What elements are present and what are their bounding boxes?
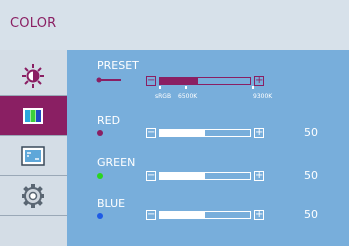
osd-header: COLOR [0,0,349,51]
osd-content-panel: PRESET − + sRGB 6500K 9300K RED − + 50 G… [67,50,349,246]
red-dot-icon [97,130,103,136]
preset-fill [160,78,198,84]
green-track [159,172,251,180]
preset-option-6500k: 6500K [178,93,198,100]
preset-label: PRESET [97,59,139,72]
green-slider[interactable]: − + [146,171,264,181]
osd-sidebar [0,50,67,246]
preset-decrease-button[interactable]: − [146,76,156,86]
preset-track [159,77,251,85]
red-increase-button[interactable]: + [254,128,264,138]
preset-option-srgb: sRGB [155,93,172,100]
green-label: GREEN [97,156,136,169]
blue-label: BLUE [97,197,126,210]
blue-track [159,211,251,219]
preset-tick-6500k [185,86,187,89]
blue-value: 50 [304,208,318,221]
blue-dot-icon [97,213,103,219]
tab-settings[interactable] [0,176,67,216]
preset-key-icon [96,77,121,83]
blue-decrease-button[interactable]: − [146,210,156,220]
preset-slider[interactable]: − + [146,76,264,86]
blue-fill [160,212,205,218]
menu-title: COLOR [10,16,57,31]
tab-image-position[interactable] [0,136,67,176]
red-value: 50 [304,126,318,139]
blue-slider[interactable]: − + [146,210,264,220]
green-value: 50 [304,169,318,182]
red-fill [160,130,205,136]
color-bars-icon [23,108,43,124]
tab-color[interactable] [0,96,67,136]
green-increase-button[interactable]: + [254,171,264,181]
red-slider[interactable]: − + [146,128,264,138]
red-label: RED [97,114,121,127]
tab-brightness[interactable] [0,56,67,96]
preset-increase-button[interactable]: + [254,76,264,86]
green-decrease-button[interactable]: − [146,171,156,181]
monitor-osd: COLOR PRESET − + sRGB 6500K 9300K RED − … [0,0,349,246]
preset-option-9300k: 9300K [253,93,273,100]
red-track [159,129,251,137]
green-fill [160,173,205,179]
brightness-icon [22,64,44,88]
green-dot-icon [97,173,103,179]
image-position-icon [21,146,45,166]
settings-gear-icon [22,184,44,208]
preset-tick-srgb [159,86,161,89]
preset-tick-9300k [252,86,254,89]
red-decrease-button[interactable]: − [146,128,156,138]
blue-increase-button[interactable]: + [254,210,264,220]
